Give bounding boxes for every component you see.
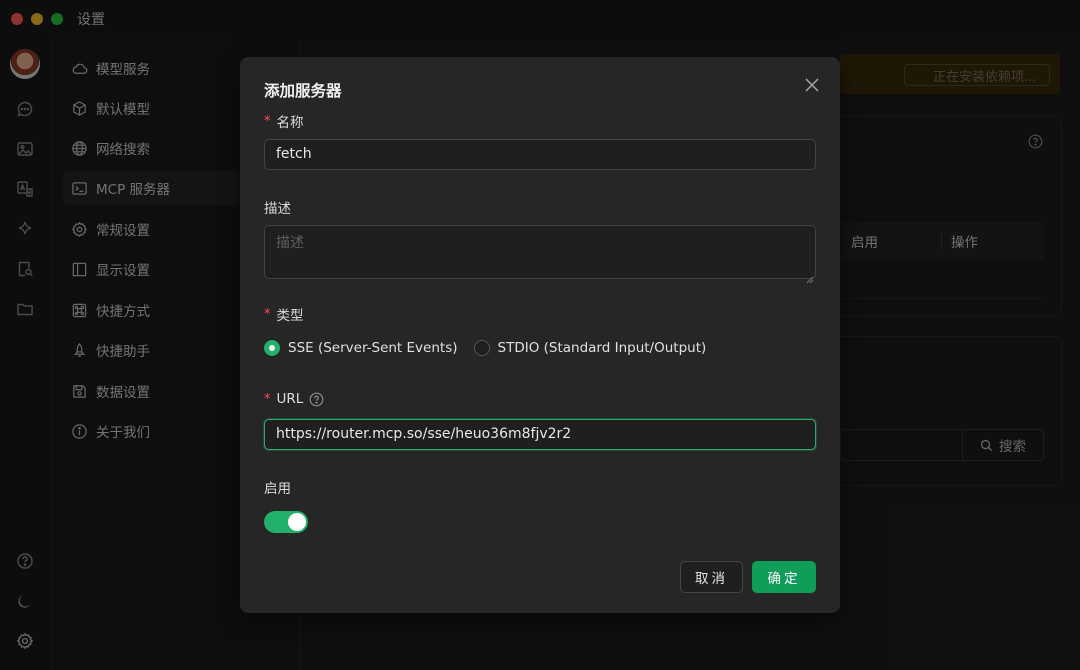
enable-toggle[interactable] — [264, 511, 308, 533]
type-label-text: 类型 — [276, 308, 304, 324]
modal-title: 添加服务器 — [264, 82, 342, 100]
description-field[interactable]: 描述 — [264, 225, 816, 279]
confirm-button[interactable]: 确定 — [752, 561, 816, 593]
name-field[interactable]: fetch — [264, 139, 816, 170]
radio-sse[interactable]: SSE (Server-Sent Events) — [264, 340, 458, 356]
resize-grip-icon[interactable] — [806, 269, 814, 284]
enable-label: 启用 — [264, 477, 291, 497]
close-icon[interactable] — [802, 75, 822, 95]
url-label-text: URL — [276, 391, 304, 407]
name-label-text: 名称 — [276, 115, 304, 131]
radio-stdio[interactable]: STDIO (Standard Input/Output) — [473, 340, 707, 356]
type-label: * 类型 — [264, 304, 304, 325]
url-help-icon[interactable] — [309, 392, 324, 407]
required-mark: * — [264, 391, 271, 407]
url-field[interactable]: https://router.mcp.so/sse/heuo36m8fjv2r2 — [264, 419, 816, 450]
radio-sse-circle[interactable] — [264, 340, 280, 356]
type-radio-group: SSE (Server-Sent Events) STDIO (Standard… — [264, 340, 722, 356]
add-server-modal: 添加服务器 * 名称 fetch 描述 描述 * 类型 SSE (Server-… — [240, 57, 840, 613]
toggle-knob — [288, 513, 306, 531]
enable-label-text: 启用 — [264, 481, 291, 497]
required-mark: * — [264, 306, 271, 322]
radio-sse-label: SSE (Server-Sent Events) — [288, 340, 458, 356]
description-label-text: 描述 — [264, 201, 291, 217]
radio-stdio-label: STDIO (Standard Input/Output) — [497, 340, 707, 356]
url-label: * URL — [264, 391, 324, 407]
radio-stdio-circle[interactable] — [473, 340, 490, 356]
required-mark: * — [264, 113, 271, 129]
name-label: * 名称 — [264, 111, 304, 132]
app-window: 设置 模型服务 默认模型 网络搜索 MCP 服务器 常规设置 显示设置 快捷方式… — [0, 0, 1080, 670]
description-label: 描述 — [264, 197, 291, 217]
cancel-button[interactable]: 取消 — [680, 561, 743, 593]
